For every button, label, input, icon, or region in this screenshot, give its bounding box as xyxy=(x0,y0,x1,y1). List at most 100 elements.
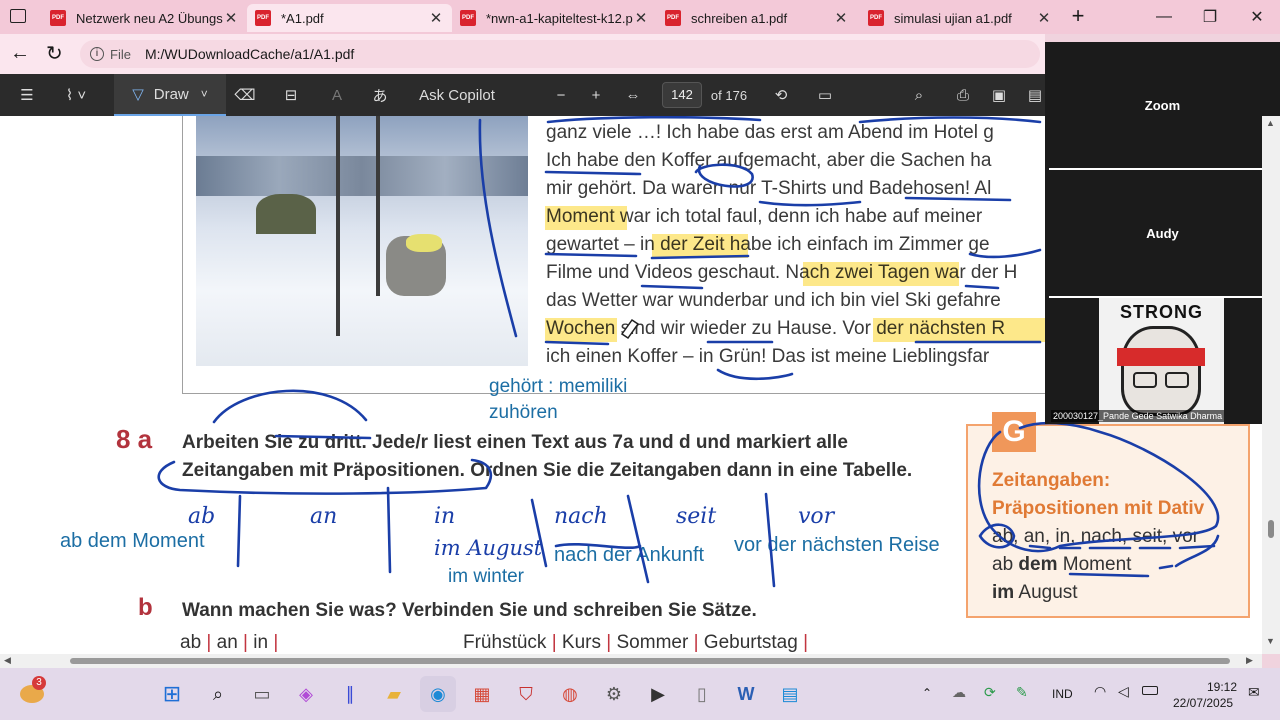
info-icon: i xyxy=(90,47,104,61)
draw-button[interactable]: ▽ Draw ˅ xyxy=(114,74,226,116)
clock-time[interactable]: 19:12 xyxy=(1207,680,1237,694)
vertical-scrollbar[interactable]: ▲ ▼ xyxy=(1262,116,1280,654)
pdf-icon: PDF xyxy=(460,10,476,26)
close-icon[interactable]: ✕ xyxy=(633,9,649,27)
clock-date[interactable]: 22/07/2025 xyxy=(1173,696,1233,710)
restore-button[interactable]: ❐ xyxy=(1187,4,1233,30)
start-icon[interactable]: ⊞ xyxy=(154,676,190,712)
zoom-out-icon[interactable]: − xyxy=(550,74,572,116)
page-total: of 176 xyxy=(710,87,748,103)
sync-icon[interactable]: ⟳ xyxy=(984,684,996,701)
notification-icon[interactable]: ✉ xyxy=(1248,684,1260,701)
ask-copilot-button[interactable]: Ask Copilot xyxy=(410,74,504,116)
contents-icon[interactable]: ☰ xyxy=(14,74,40,116)
avatar-logo: STRONG xyxy=(1119,302,1203,322)
battery-icon[interactable] xyxy=(1142,686,1158,695)
word-icon[interactable]: W xyxy=(728,676,764,712)
scroll-up-icon[interactable]: ▲ xyxy=(1266,118,1275,128)
close-icon[interactable]: ✕ xyxy=(833,9,849,27)
pen-stroke xyxy=(544,340,1042,346)
rotate-icon[interactable]: ⟲ xyxy=(768,74,794,116)
mic-icon[interactable]: ✎ xyxy=(1016,684,1028,701)
participant-name: Zoom xyxy=(1144,97,1181,113)
fit-page-icon[interactable]: ⇔ xyxy=(620,74,646,116)
notepad-icon[interactable]: ▯ xyxy=(684,676,720,712)
media-player-icon[interactable]: ▶ xyxy=(640,676,676,712)
read-aloud-icon[interactable]: あ xyxy=(366,74,394,116)
task-view-icon[interactable]: ▭ xyxy=(244,676,280,712)
language-indicator[interactable]: IND xyxy=(1052,687,1073,701)
avatar: STRONG xyxy=(1099,298,1224,424)
chrome-icon[interactable]: ◍ xyxy=(552,676,588,712)
pen-stroke xyxy=(716,368,794,381)
settings-icon[interactable]: ⚙ xyxy=(596,676,632,712)
close-icon[interactable]: ✕ xyxy=(428,9,444,27)
scroll-down-icon[interactable]: ▼ xyxy=(1266,636,1275,646)
text-box-icon[interactable]: ⊟ xyxy=(278,74,304,116)
video-call-panel: Zoom Audy STRONG 200030127_Pande Gede Sa… xyxy=(1045,42,1280,424)
scroll-left-icon[interactable]: ◀ xyxy=(4,655,11,666)
pdf-icon: PDF xyxy=(50,10,66,26)
participant-name: Audy xyxy=(1146,225,1179,241)
minimize-button[interactable]: — xyxy=(1141,4,1187,30)
print-icon[interactable]: ⎙ xyxy=(950,74,976,116)
pen-stroke xyxy=(640,284,1000,290)
pdf-icon: PDF xyxy=(665,10,681,26)
tray-expand-icon[interactable]: ⌃ xyxy=(922,686,932,700)
volume-icon[interactable]: ◁ xyxy=(1118,683,1129,700)
search-icon[interactable]: ⌕ xyxy=(200,676,236,712)
url-field[interactable]: i File M:/WUDownloadCache/a1/A1.pdf xyxy=(80,40,1040,68)
scroll-thumb[interactable] xyxy=(1268,520,1274,538)
security-icon[interactable]: ⛉ xyxy=(508,676,544,712)
pen-stroke xyxy=(157,458,493,495)
participant-tile-pande[interactable]: STRONG 200030127_Pande Gede Satwika Dhar… xyxy=(1049,298,1276,424)
close-icon[interactable]: ✕ xyxy=(223,9,239,27)
edge-icon[interactable]: ◉ xyxy=(420,676,456,712)
tab-label: schreiben a1.pdf xyxy=(691,10,788,26)
scroll-thumb[interactable] xyxy=(70,658,1230,664)
notes-icon[interactable]: ▤ xyxy=(772,676,808,712)
page-number-input[interactable]: 142 xyxy=(662,82,702,108)
pen-stroke xyxy=(274,434,372,440)
chevron-down-icon: ˅ xyxy=(200,87,208,101)
participant-tile-zoom[interactable]: Zoom xyxy=(1049,42,1276,170)
store-icon[interactable]: ▦ xyxy=(464,676,500,712)
save-icon[interactable]: ▣ xyxy=(986,74,1012,116)
new-tab-button[interactable]: + xyxy=(1066,3,1090,29)
tab-actions-icon[interactable] xyxy=(10,9,26,23)
refresh-icon[interactable]: ↻ xyxy=(46,41,63,66)
tab-label: simulasi ujian a1.pdf xyxy=(894,10,1012,26)
save-as-icon[interactable]: ▤ xyxy=(1024,74,1046,116)
page-view-icon[interactable]: ▭ xyxy=(812,74,838,116)
tab-a1[interactable]: PDF *A1.pdf ✕ xyxy=(247,4,452,32)
zoom-in-icon[interactable]: + xyxy=(585,74,607,116)
scroll-right-icon[interactable]: ▶ xyxy=(1246,655,1253,666)
tab-simulasi[interactable]: PDF simulasi ujian a1.pdf ✕ xyxy=(860,4,1060,32)
pen-stroke xyxy=(544,248,1042,260)
pdf-toolbar: ☰ ⌇ ˅ ▽ Draw ˅ ⌫ ⊟ A あ Ask Copilot − + ⇔… xyxy=(0,74,1045,116)
file-explorer-icon[interactable]: ▰ xyxy=(376,676,412,712)
tab-netzwerk[interactable]: PDF Netzwerk neu A2 Übungsb ✕ xyxy=(42,4,247,32)
highlight-icon[interactable]: ⌇ ˅ xyxy=(54,74,98,116)
participant-tile-audy[interactable]: Audy xyxy=(1049,170,1276,298)
tab-kapiteltest[interactable]: PDF *nwn-a1-kapiteltest-k12.p ✕ xyxy=(452,4,657,32)
copilot-icon[interactable]: ◈ xyxy=(288,676,324,712)
pen-icon: ▽ xyxy=(132,86,144,103)
notification-badge: 3 xyxy=(32,676,46,690)
close-window-button[interactable]: ✕ xyxy=(1234,4,1280,30)
horizontal-scrollbar[interactable]: ◀ ▶ xyxy=(0,654,1262,668)
cloud-icon[interactable]: ☁ xyxy=(952,684,966,701)
app-icon[interactable]: ∥ xyxy=(332,676,368,712)
back-icon[interactable]: ← xyxy=(10,42,30,65)
wifi-icon[interactable]: ◠ xyxy=(1094,683,1106,700)
tab-label: *nwn-a1-kapiteltest-k12.p xyxy=(486,10,633,26)
pen-stroke xyxy=(977,421,1220,553)
pen-stroke xyxy=(236,486,776,588)
search-icon[interactable]: ⌕ xyxy=(906,74,932,116)
draw-label: Draw xyxy=(153,85,189,103)
participant-label: 200030127_Pande Gede Satwika Dharma xyxy=(1051,410,1225,422)
eraser-icon[interactable]: ⌫ xyxy=(232,74,258,116)
close-icon[interactable]: ✕ xyxy=(1036,9,1052,27)
weather-icon[interactable]: 3 xyxy=(14,676,50,712)
tab-schreiben[interactable]: PDF schreiben a1.pdf ✕ xyxy=(657,4,857,32)
